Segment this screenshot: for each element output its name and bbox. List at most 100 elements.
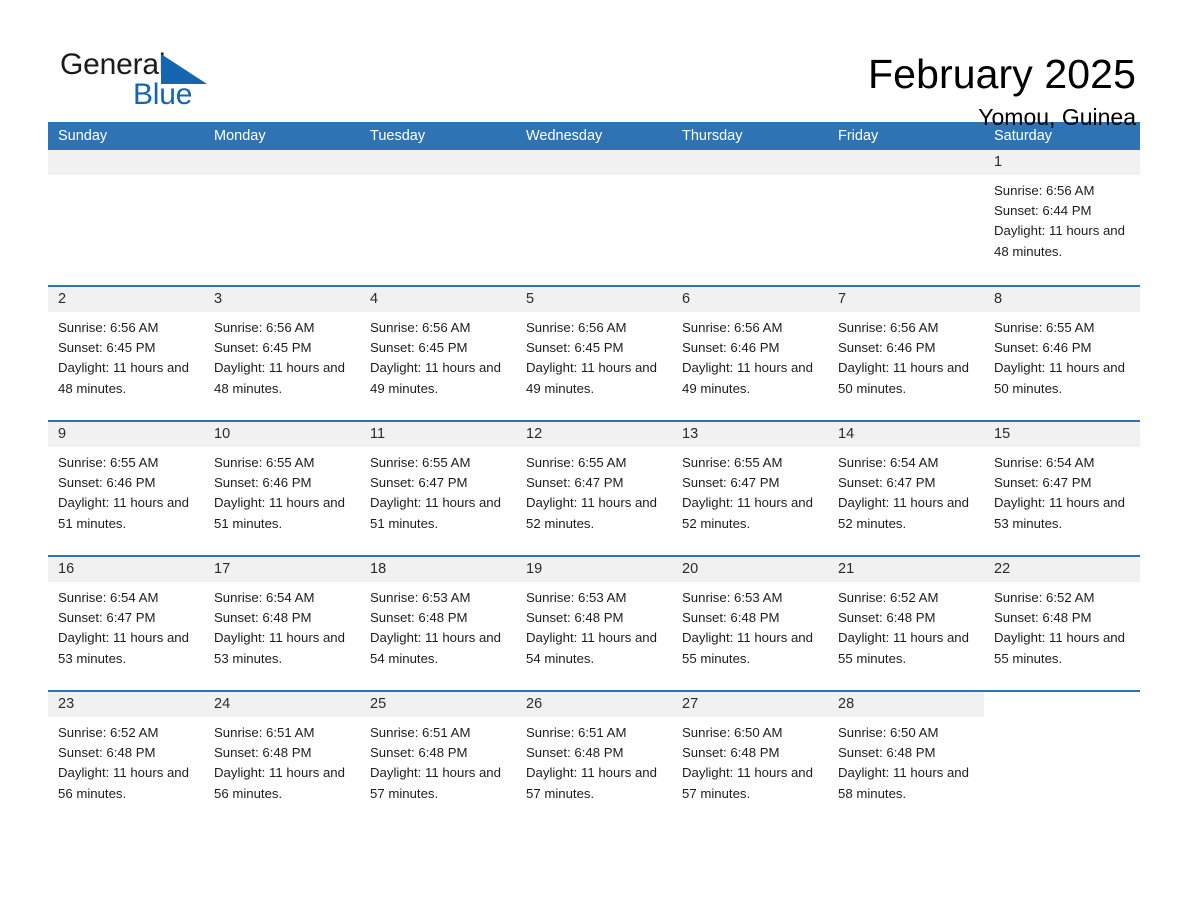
day-sun-info: Sunrise: 6:51 AM Sunset: 6:48 PM Daylight:… — [516, 717, 672, 804]
daylight-text: Daylight: 11 hours and 56 minutes. — [58, 765, 189, 801]
day-sun-info: Sunrise: 6:56 AM Sunset: 6:45 PM Daylight:… — [360, 312, 516, 399]
calendar-day-cell[interactable]: 24 Sunrise: 6:51 AM Sunset: 6:48 PM Dayligh… — [204, 692, 360, 825]
calendar-day-cell-empty — [672, 150, 828, 285]
calendar-day-cell[interactable]: 27 Sunrise: 6:50 AM Sunset: 6:48 PM Dayligh… — [672, 692, 828, 825]
calendar-day-cell[interactable]: 21 Sunrise: 6:52 AM Sunset: 6:48 PM Dayligh… — [828, 557, 984, 690]
calendar-day-cell[interactable]: 28 Sunrise: 6:50 AM Sunset: 6:48 PM Dayligh… — [828, 692, 984, 825]
sunrise-text: Sunrise: 6:54 AM — [214, 590, 315, 605]
calendar-day-cell[interactable]: 3 Sunrise: 6:56 AM Sunset: 6:45 PM Daylight… — [204, 287, 360, 420]
calendar-day-cell[interactable]: 2 Sunrise: 6:56 AM Sunset: 6:45 PM Daylight… — [48, 287, 204, 420]
calendar-day-cell[interactable]: 15 Sunrise: 6:54 AM Sunset: 6:47 PM Dayligh… — [984, 422, 1140, 555]
day-sun-info: Sunrise: 6:56 AM Sunset: 6:45 PM Daylight:… — [204, 312, 360, 399]
calendar-weeks: 1 Sunrise: 6:56 AM Sunset: 6:44 PM Daylight… — [48, 150, 1140, 825]
day-number: 2 — [48, 287, 204, 312]
day-number: 13 — [672, 422, 828, 447]
calendar-day-cell[interactable]: 11 Sunrise: 6:55 AM Sunset: 6:47 PM Dayligh… — [360, 422, 516, 555]
calendar-day-cell[interactable]: 10 Sunrise: 6:55 AM Sunset: 6:46 PM Dayligh… — [204, 422, 360, 555]
calendar-day-cell[interactable]: 12 Sunrise: 6:55 AM Sunset: 6:47 PM Dayligh… — [516, 422, 672, 555]
daylight-text: Daylight: 11 hours and 50 minutes. — [994, 360, 1125, 396]
day-sun-info: Sunrise: 6:55 AM Sunset: 6:46 PM Daylight:… — [48, 447, 204, 534]
day-number: 1 — [984, 150, 1140, 175]
day-number: 23 — [48, 692, 204, 717]
sunrise-text: Sunrise: 6:52 AM — [58, 725, 159, 740]
calendar-day-cell[interactable]: 8 Sunrise: 6:55 AM Sunset: 6:46 PM Daylight… — [984, 287, 1140, 420]
calendar-day-cell[interactable]: 1 Sunrise: 6:56 AM Sunset: 6:44 PM Daylight… — [984, 150, 1140, 285]
day-number: 16 — [48, 557, 204, 582]
calendar-day-cell-empty — [204, 150, 360, 285]
day-number: 26 — [516, 692, 672, 717]
sunrise-text: Sunrise: 6:56 AM — [526, 320, 627, 335]
daylight-text: Daylight: 11 hours and 52 minutes. — [838, 495, 969, 531]
general-blue-logo[interactable]: General Blue — [60, 48, 260, 118]
sunset-text: Sunset: 6:48 PM — [682, 745, 780, 761]
calendar-day-cell[interactable]: 25 Sunrise: 6:51 AM Sunset: 6:48 PM Dayligh… — [360, 692, 516, 825]
day-number — [828, 150, 984, 175]
daylight-text: Daylight: 11 hours and 49 minutes. — [682, 360, 813, 396]
sunset-text: Sunset: 6:48 PM — [214, 610, 312, 626]
daylight-text: Daylight: 11 hours and 51 minutes. — [214, 495, 345, 531]
sunrise-text: Sunrise: 6:51 AM — [370, 725, 471, 740]
calendar-week-row: 1 Sunrise: 6:56 AM Sunset: 6:44 PM Daylight… — [48, 150, 1140, 285]
calendar-day-cell[interactable]: 20 Sunrise: 6:53 AM Sunset: 6:48 PM Dayligh… — [672, 557, 828, 690]
day-sun-info: Sunrise: 6:54 AM Sunset: 6:47 PM Daylight:… — [984, 447, 1140, 534]
calendar-day-cell[interactable]: 5 Sunrise: 6:56 AM Sunset: 6:45 PM Daylight… — [516, 287, 672, 420]
day-number: 3 — [204, 287, 360, 312]
sunrise-text: Sunrise: 6:50 AM — [682, 725, 783, 740]
sunset-text: Sunset: 6:45 PM — [214, 340, 312, 356]
sunrise-text: Sunrise: 6:54 AM — [994, 455, 1095, 470]
daylight-text: Daylight: 11 hours and 53 minutes. — [58, 630, 189, 666]
calendar-day-cell[interactable]: 4 Sunrise: 6:56 AM Sunset: 6:45 PM Daylight… — [360, 287, 516, 420]
sunrise-text: Sunrise: 6:56 AM — [994, 183, 1095, 198]
weekday-header-row: Sunday Monday Tuesday Wednesday Thursday Frid… — [48, 122, 1140, 150]
calendar-day-cell[interactable]: 14 Sunrise: 6:54 AM Sunset: 6:47 PM Dayligh… — [828, 422, 984, 555]
day-number: 19 — [516, 557, 672, 582]
day-number — [48, 150, 204, 175]
calendar-day-cell-empty — [516, 150, 672, 285]
day-sun-info: Sunrise: 6:50 AM Sunset: 6:48 PM Daylight:… — [828, 717, 984, 804]
sunrise-text: Sunrise: 6:53 AM — [526, 590, 627, 605]
day-sun-info: Sunrise: 6:52 AM Sunset: 6:48 PM Daylight:… — [984, 582, 1140, 669]
weekday-header-thursday: Thursday — [682, 128, 743, 144]
sunrise-text: Sunrise: 6:51 AM — [214, 725, 315, 740]
sunrise-text: Sunrise: 6:53 AM — [682, 590, 783, 605]
daylight-text: Daylight: 11 hours and 48 minutes. — [994, 223, 1125, 259]
calendar-day-cell[interactable]: 9 Sunrise: 6:55 AM Sunset: 6:46 PM Daylight… — [48, 422, 204, 555]
sunset-text: Sunset: 6:45 PM — [526, 340, 624, 356]
day-number — [516, 150, 672, 175]
brand-name-general: General — [60, 48, 166, 81]
day-sun-info: Sunrise: 6:51 AM Sunset: 6:48 PM Daylight:… — [204, 717, 360, 804]
daylight-text: Daylight: 11 hours and 57 minutes. — [526, 765, 657, 801]
sunset-text: Sunset: 6:47 PM — [58, 610, 156, 626]
day-number: 5 — [516, 287, 672, 312]
daylight-text: Daylight: 11 hours and 51 minutes. — [370, 495, 501, 531]
calendar-day-cell[interactable]: 19 Sunrise: 6:53 AM Sunset: 6:48 PM Dayligh… — [516, 557, 672, 690]
title-block: February 2025 Yomou, Guinea — [868, 48, 1136, 132]
calendar-week-row: 2 Sunrise: 6:56 AM Sunset: 6:45 PM Daylight… — [48, 285, 1140, 420]
sunset-text: Sunset: 6:45 PM — [370, 340, 468, 356]
calendar-day-cell[interactable]: 17 Sunrise: 6:54 AM Sunset: 6:48 PM Dayligh… — [204, 557, 360, 690]
sunset-text: Sunset: 6:47 PM — [838, 475, 936, 491]
calendar-day-cell-empty — [828, 150, 984, 285]
calendar-day-cell[interactable]: 26 Sunrise: 6:51 AM Sunset: 6:48 PM Dayligh… — [516, 692, 672, 825]
daylight-text: Daylight: 11 hours and 52 minutes. — [526, 495, 657, 531]
day-number: 17 — [204, 557, 360, 582]
calendar-day-cell[interactable]: 6 Sunrise: 6:56 AM Sunset: 6:46 PM Daylight… — [672, 287, 828, 420]
daylight-text: Daylight: 11 hours and 57 minutes. — [370, 765, 501, 801]
calendar-day-cell[interactable]: 18 Sunrise: 6:53 AM Sunset: 6:48 PM Dayligh… — [360, 557, 516, 690]
sunset-text: Sunset: 6:47 PM — [526, 475, 624, 491]
calendar-day-cell[interactable]: 7 Sunrise: 6:56 AM Sunset: 6:46 PM Daylight… — [828, 287, 984, 420]
daylight-text: Daylight: 11 hours and 51 minutes. — [58, 495, 189, 531]
sunset-text: Sunset: 6:46 PM — [214, 475, 312, 491]
calendar-day-cell[interactable]: 16 Sunrise: 6:54 AM Sunset: 6:47 PM Dayligh… — [48, 557, 204, 690]
page-title: February 2025 — [868, 51, 1136, 97]
calendar-day-cell[interactable]: 22 Sunrise: 6:52 AM Sunset: 6:48 PM Dayligh… — [984, 557, 1140, 690]
calendar-grid: Sunday Monday Tuesday Wednesday Thursday Frid… — [48, 122, 1140, 825]
calendar-day-cell[interactable]: 13 Sunrise: 6:55 AM Sunset: 6:47 PM Dayligh… — [672, 422, 828, 555]
day-sun-info: Sunrise: 6:56 AM Sunset: 6:46 PM Daylight:… — [828, 312, 984, 399]
day-sun-info: Sunrise: 6:56 AM Sunset: 6:45 PM Daylight:… — [516, 312, 672, 399]
weekday-header-friday: Friday — [838, 128, 879, 144]
sunrise-text: Sunrise: 6:50 AM — [838, 725, 939, 740]
day-number: 18 — [360, 557, 516, 582]
calendar-day-cell[interactable]: 23 Sunrise: 6:52 AM Sunset: 6:48 PM Dayligh… — [48, 692, 204, 825]
day-sun-info: Sunrise: 6:53 AM Sunset: 6:48 PM Daylight:… — [516, 582, 672, 669]
